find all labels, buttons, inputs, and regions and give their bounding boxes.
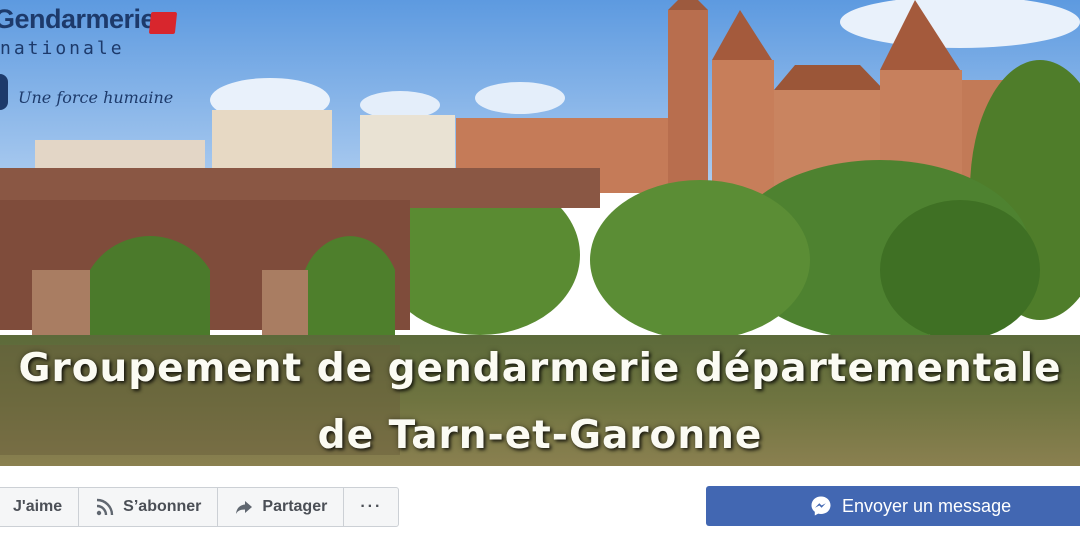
cover-title-line1: Groupement de gendarmerie départementale	[18, 346, 1062, 391]
french-flag-icon	[148, 12, 178, 34]
share-label: Partager	[262, 498, 328, 515]
rss-icon	[96, 498, 114, 516]
more-icon: ···	[360, 498, 383, 515]
page-action-bar: J'aime S’abonner Partager ··· Envoyer un…	[0, 466, 1080, 540]
share-button[interactable]: Partager	[218, 488, 345, 526]
page-actions-group: J'aime S’abonner Partager ···	[0, 487, 400, 527]
send-message-button[interactable]: Envoyer un message	[706, 486, 1080, 526]
motto-text: Une force humaine	[18, 88, 174, 107]
subscribe-button[interactable]: S’abonner	[79, 488, 219, 526]
share-arrow-icon	[236, 501, 253, 514]
messenger-icon	[811, 496, 831, 516]
like-label: J'aime	[13, 498, 63, 515]
send-message-label: Envoyer un message	[842, 495, 1012, 516]
emblem-icon	[0, 74, 8, 110]
cover-photo[interactable]: Gendarmerie nationale Une force humaine …	[0, 0, 1080, 466]
gendarmerie-logo-subtitle: nationale	[0, 38, 125, 59]
more-options-button[interactable]: ···	[344, 488, 398, 526]
subscribe-label: S’abonner	[123, 498, 202, 515]
like-button[interactable]: J'aime	[0, 488, 80, 526]
gendarmerie-logo-title: Gendarmerie	[0, 4, 156, 34]
cover-title-line2: de Tarn-et-Garonne	[317, 413, 763, 458]
cover-image	[0, 0, 1080, 466]
